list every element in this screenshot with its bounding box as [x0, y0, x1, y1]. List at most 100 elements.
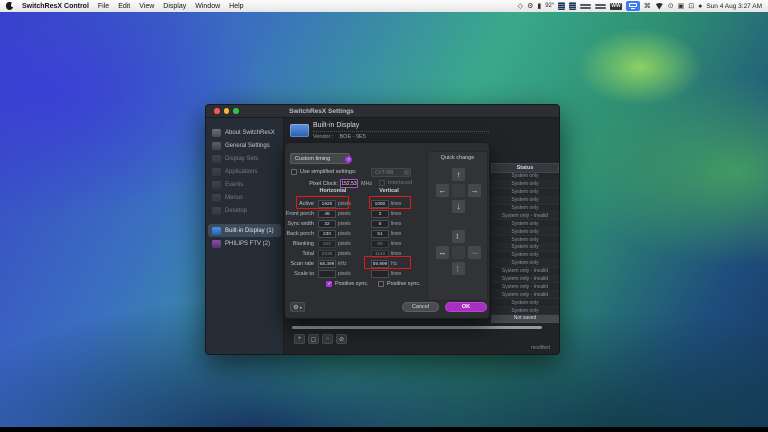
- battery-icon[interactable]: ▮: [537, 3, 541, 10]
- status-table-row[interactable]: System only - Invalid: [491, 283, 559, 291]
- zoom-window-button[interactable]: [233, 108, 239, 114]
- input-menu-icon[interactable]: ⌘: [644, 3, 651, 10]
- move-down-button[interactable]: ↓: [452, 200, 465, 213]
- menu-view[interactable]: View: [139, 3, 154, 10]
- move-up-button[interactable]: ↑: [452, 168, 465, 181]
- menu-file[interactable]: File: [98, 3, 109, 10]
- timemachine-icon[interactable]: ⊙: [668, 3, 674, 10]
- scan-rate-horizontal-field[interactable]: 68,399: [318, 260, 336, 268]
- menu-edit[interactable]: Edit: [118, 3, 130, 10]
- active-horizontal-field[interactable]: 1920: [318, 200, 336, 208]
- sidebar-item-general-settings[interactable]: General Settings: [208, 139, 281, 152]
- scan-rate-vertical-field[interactable]: 59,999: [371, 260, 389, 268]
- shrink-horizontal-button[interactable]: →←: [468, 246, 481, 259]
- memory-stats-icon[interactable]: [595, 2, 606, 10]
- status-table-row[interactable]: System only - Invalid: [491, 276, 559, 284]
- wifi-icon[interactable]: [655, 3, 664, 10]
- disable-resolution-button[interactable]: ⊘: [336, 334, 347, 344]
- status-table-row[interactable]: System only - Invalid: [491, 212, 559, 220]
- cvt-rb-popup[interactable]: CVT-RB: [371, 168, 411, 177]
- pixel-clock-field[interactable]: 152,53: [340, 179, 358, 188]
- expand-vertical-button[interactable]: ↔: [452, 230, 465, 243]
- status-table-row[interactable]: System only - Invalid: [491, 268, 559, 276]
- sidebar-item-about-switchresx[interactable]: About SwitchResX: [208, 126, 281, 139]
- back-porch-vertical-field[interactable]: 51: [371, 230, 389, 238]
- expand-horizontal-button[interactable]: ↔: [436, 246, 449, 259]
- app-menu-title[interactable]: SwitchResX Control: [22, 3, 89, 10]
- front-porch-horizontal-field[interactable]: 48: [318, 210, 336, 218]
- status-table-row[interactable]: System only: [491, 220, 559, 228]
- status-table-row[interactable]: System only: [491, 205, 559, 213]
- active-vertical-field[interactable]: 1080: [371, 200, 389, 208]
- front-porch-vertical-field[interactable]: 3: [371, 210, 389, 218]
- menu-help[interactable]: Help: [229, 3, 243, 10]
- cpu-meter-icon[interactable]: [558, 2, 565, 10]
- cancel-button[interactable]: Cancel: [402, 302, 439, 312]
- remove-resolution-button[interactable]: −: [322, 334, 333, 344]
- status-table-row[interactable]: System only: [491, 173, 559, 181]
- gear-menu-button[interactable]: ⚙▾: [290, 302, 305, 312]
- sync-width-horizontal-field[interactable]: 32: [318, 220, 336, 228]
- window-titlebar[interactable]: SwitchResX Settings: [206, 105, 559, 118]
- timing-row-label: Scan rate: [285, 261, 316, 267]
- network-meter-icon[interactable]: [569, 2, 576, 10]
- horizontal-positive-sync-checkbox[interactable]: [326, 281, 332, 287]
- sidebar-item-built-in-display-1[interactable]: Built-in Display (1): [208, 224, 281, 237]
- help-badge-icon[interactable]: ?: [345, 156, 352, 163]
- interlaced-checkbox[interactable]: [379, 180, 385, 186]
- sidebar-item-label: About SwitchResX: [225, 130, 275, 136]
- screen: SwitchResX Control File Edit View Display Wi…: [0, 0, 768, 432]
- scale-to-vertical-field[interactable]: [371, 270, 389, 278]
- move-right-button[interactable]: →: [468, 184, 481, 197]
- switchresx-menu-icon[interactable]: [626, 1, 640, 11]
- status-table-row[interactable]: System only: [491, 244, 559, 252]
- sidebar-item-menus[interactable]: Menus: [208, 191, 281, 204]
- user-menu-icon[interactable]: ●: [698, 3, 702, 10]
- sidebar-item-events[interactable]: Events: [208, 178, 281, 191]
- sidebar-item-desktop[interactable]: Desktop: [208, 204, 281, 217]
- add-resolution-button[interactable]: +: [294, 334, 305, 344]
- scale-to-horizontal-field[interactable]: [318, 270, 336, 278]
- status-table-row[interactable]: System only: [491, 236, 559, 244]
- timing-type-popup[interactable]: Custom timing ?: [290, 153, 350, 164]
- sidebar-item-philips-ftv-2[interactable]: PHILIPS FTV (2): [208, 237, 281, 250]
- istat-gear-icon[interactable]: ⚙: [527, 3, 533, 10]
- display-name-field[interactable]: Built-in Display: [313, 122, 489, 132]
- status-column-header[interactable]: Status: [491, 163, 559, 173]
- close-window-button[interactable]: [214, 108, 220, 114]
- shrink-vertical-button[interactable]: →←: [452, 262, 465, 275]
- move-left-button[interactable]: ←: [436, 184, 449, 197]
- horizontal-unit-label: pixels: [338, 231, 354, 237]
- network-stats-icon[interactable]: [580, 2, 591, 10]
- vertical-positive-sync-checkbox[interactable]: [378, 281, 384, 287]
- app-ww-icon[interactable]: WW: [610, 3, 621, 10]
- ok-button[interactable]: OK: [445, 302, 487, 312]
- status-table-row[interactable]: System only - Invalid: [491, 291, 559, 299]
- status-table-row[interactable]: System only: [491, 197, 559, 205]
- minimize-window-button[interactable]: [224, 108, 230, 114]
- vpn-icon[interactable]: ▣: [678, 3, 685, 10]
- timing-row-label: Scale to: [285, 271, 316, 277]
- istat-location-icon[interactable]: ◇: [518, 3, 523, 10]
- status-table-row[interactable]: System only: [491, 299, 559, 307]
- temperature-reading[interactable]: 92°: [545, 3, 554, 9]
- apple-menu-icon[interactable]: [6, 2, 13, 10]
- status-table-row[interactable]: Not saved: [491, 315, 559, 323]
- sidebar-item-display-sets[interactable]: Display Sets: [208, 152, 281, 165]
- status-table-row[interactable]: System only: [491, 252, 559, 260]
- sidebar-item-applications[interactable]: Applications: [208, 165, 281, 178]
- status-table-row[interactable]: System only: [491, 260, 559, 268]
- back-porch-horizontal-field[interactable]: 230: [318, 230, 336, 238]
- menubar-clock[interactable]: Sun 4 Aug 3:27 AM: [706, 3, 762, 10]
- sync-width-vertical-field[interactable]: 6: [371, 220, 389, 228]
- status-table-row[interactable]: System only: [491, 307, 559, 315]
- status-table-row[interactable]: System only: [491, 228, 559, 236]
- duplicate-resolution-button[interactable]: ▢: [308, 334, 319, 344]
- status-table-row[interactable]: System only: [491, 189, 559, 197]
- horizontal-scrollbar[interactable]: [292, 326, 542, 329]
- menu-display[interactable]: Display: [163, 3, 186, 10]
- menu-window[interactable]: Window: [195, 3, 220, 10]
- use-simplified-checkbox[interactable]: [291, 169, 297, 175]
- status-table-row[interactable]: System only: [491, 181, 559, 189]
- display-menu-icon[interactable]: ⊡: [688, 3, 694, 10]
